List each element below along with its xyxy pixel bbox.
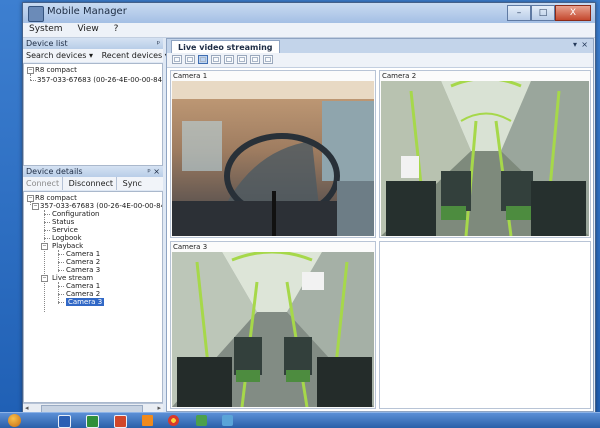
word-icon[interactable] bbox=[58, 415, 71, 428]
pin-icon[interactable]: ᵖ bbox=[157, 38, 160, 49]
maximize-button[interactable]: □ bbox=[531, 5, 555, 21]
layout-1x1-icon[interactable] bbox=[172, 55, 182, 64]
tree-node-configuration[interactable]: Configuration bbox=[52, 210, 99, 218]
device-details-header: Device details ᵖ × bbox=[23, 166, 163, 177]
tree-node-live-stream[interactable]: Live stream bbox=[52, 274, 93, 282]
tree-node-live-camera-3[interactable]: Camera 3 bbox=[66, 298, 105, 306]
tree-node-playback[interactable]: Playback bbox=[52, 242, 83, 250]
tree-node-r8-compact[interactable]: R8 compact bbox=[35, 194, 77, 202]
camera-cell-3[interactable]: Camera 3 × bbox=[170, 241, 376, 409]
device-details-tree: − R8 compact − 357-033-67683 (00-26-4E-0… bbox=[23, 191, 163, 403]
tree-node-r8-compact[interactable]: R8 compact bbox=[35, 66, 77, 74]
excel-icon[interactable] bbox=[86, 415, 99, 428]
tree-node-device[interactable]: 357-033-67683 (00-26-4E-00-00-84) (co bbox=[40, 202, 162, 210]
connect-button[interactable]: Connect bbox=[23, 177, 64, 190]
recent-devices-button[interactable]: Recent devices ▾ bbox=[99, 49, 172, 62]
device-list-header: Device list ᵖ bbox=[23, 38, 163, 49]
collapse-icon[interactable]: − bbox=[27, 67, 34, 74]
sync-button[interactable]: Sync bbox=[120, 177, 145, 190]
live-video-panel: Live video streaming ▾ × Camera 1 × bbox=[166, 38, 594, 412]
menu-help[interactable]: ? bbox=[108, 23, 125, 35]
window-title: Mobile Manager bbox=[47, 6, 127, 17]
tab-live-video-streaming[interactable]: Live video streaming bbox=[171, 40, 280, 54]
layout-3x3-icon[interactable] bbox=[211, 55, 221, 64]
camera-cell-2[interactable]: Camera 2 × bbox=[379, 70, 591, 238]
disconnect-button[interactable]: Disconnect bbox=[66, 177, 118, 190]
taskbar bbox=[0, 412, 600, 428]
device-list-tree: − R8 compact 357-033-67683 (00-26-4E-00-… bbox=[23, 63, 163, 166]
layout-split-icon[interactable] bbox=[263, 55, 273, 64]
powerpoint-icon[interactable] bbox=[114, 415, 127, 428]
camera-cell-1[interactable]: Camera 1 × bbox=[170, 70, 376, 238]
tree-node-live-camera-1[interactable]: Camera 1 bbox=[66, 282, 100, 290]
layout-wide-icon[interactable] bbox=[250, 55, 260, 64]
tab-bar: Live video streaming ▾ × bbox=[167, 39, 593, 54]
scroll-left-icon[interactable]: ◂ bbox=[25, 404, 29, 412]
collapse-icon[interactable]: − bbox=[41, 275, 48, 282]
device-details-title: Device details bbox=[26, 167, 83, 176]
close-button[interactable]: X bbox=[555, 5, 591, 21]
tab-menu-icon[interactable]: ▾ bbox=[573, 40, 577, 49]
layout-2x2-icon[interactable] bbox=[198, 55, 208, 64]
camera-label: Camera 3 bbox=[173, 243, 208, 251]
scroll-right-icon[interactable]: ▸ bbox=[157, 404, 161, 412]
device-details-toolbar: Connect Disconnect Sync bbox=[23, 177, 163, 190]
caption-buttons: – □ X bbox=[507, 5, 591, 21]
menu-system[interactable]: System bbox=[23, 23, 69, 35]
title-bar[interactable]: Mobile Manager – □ X bbox=[23, 3, 595, 23]
menu-bar: System View ? bbox=[23, 23, 595, 38]
layout-4x4-icon[interactable] bbox=[224, 55, 234, 64]
layout-custom-icon[interactable] bbox=[237, 55, 247, 64]
app-icon-2[interactable] bbox=[222, 415, 233, 426]
tree-node-live-camera-2[interactable]: Camera 2 bbox=[66, 290, 100, 298]
vlc-icon[interactable] bbox=[142, 415, 153, 426]
app-icon-1[interactable] bbox=[196, 415, 207, 426]
tab-close-icon[interactable]: × bbox=[581, 40, 588, 49]
tree-node-status[interactable]: Status bbox=[52, 218, 74, 226]
camera-label: Camera 2 bbox=[382, 72, 417, 80]
camera-2-video[interactable] bbox=[381, 81, 589, 236]
menu-view[interactable]: View bbox=[71, 23, 104, 35]
camera-label: Camera 1 bbox=[173, 72, 208, 80]
camera-cell-empty[interactable] bbox=[379, 241, 591, 409]
chrome-icon[interactable] bbox=[168, 415, 179, 426]
tree-node-playback-camera-3[interactable]: Camera 3 bbox=[66, 266, 100, 274]
tree-node-playback-camera-1[interactable]: Camera 1 bbox=[66, 250, 100, 258]
tree-node-logbook[interactable]: Logbook bbox=[52, 234, 82, 242]
minimize-button[interactable]: – bbox=[507, 5, 531, 21]
camera-3-video[interactable] bbox=[172, 252, 374, 407]
device-list-toolbar: Search devices ▾ Recent devices ▾ bbox=[23, 49, 169, 62]
camera-1-video[interactable] bbox=[172, 81, 374, 236]
search-devices-button[interactable]: Search devices ▾ bbox=[23, 49, 96, 62]
collapse-icon[interactable]: − bbox=[27, 195, 34, 202]
layout-1x2-icon[interactable] bbox=[185, 55, 195, 64]
tree-node-playback-camera-2[interactable]: Camera 2 bbox=[66, 258, 100, 266]
app-window: Mobile Manager – □ X System View ? Devic… bbox=[22, 2, 596, 414]
app-logo-icon bbox=[28, 6, 44, 22]
windows-start-icon[interactable] bbox=[8, 414, 21, 427]
tree-node-service[interactable]: Service bbox=[52, 226, 78, 234]
collapse-icon[interactable]: − bbox=[32, 203, 39, 210]
pin-close-icon[interactable]: ᵖ × bbox=[147, 166, 160, 177]
tree-node-device[interactable]: 357-033-67683 (00-26-4E-00-00-84) bbox=[37, 76, 162, 84]
layout-toolbar bbox=[167, 53, 593, 68]
collapse-icon[interactable]: − bbox=[41, 243, 48, 250]
device-list-title: Device list bbox=[26, 39, 68, 48]
